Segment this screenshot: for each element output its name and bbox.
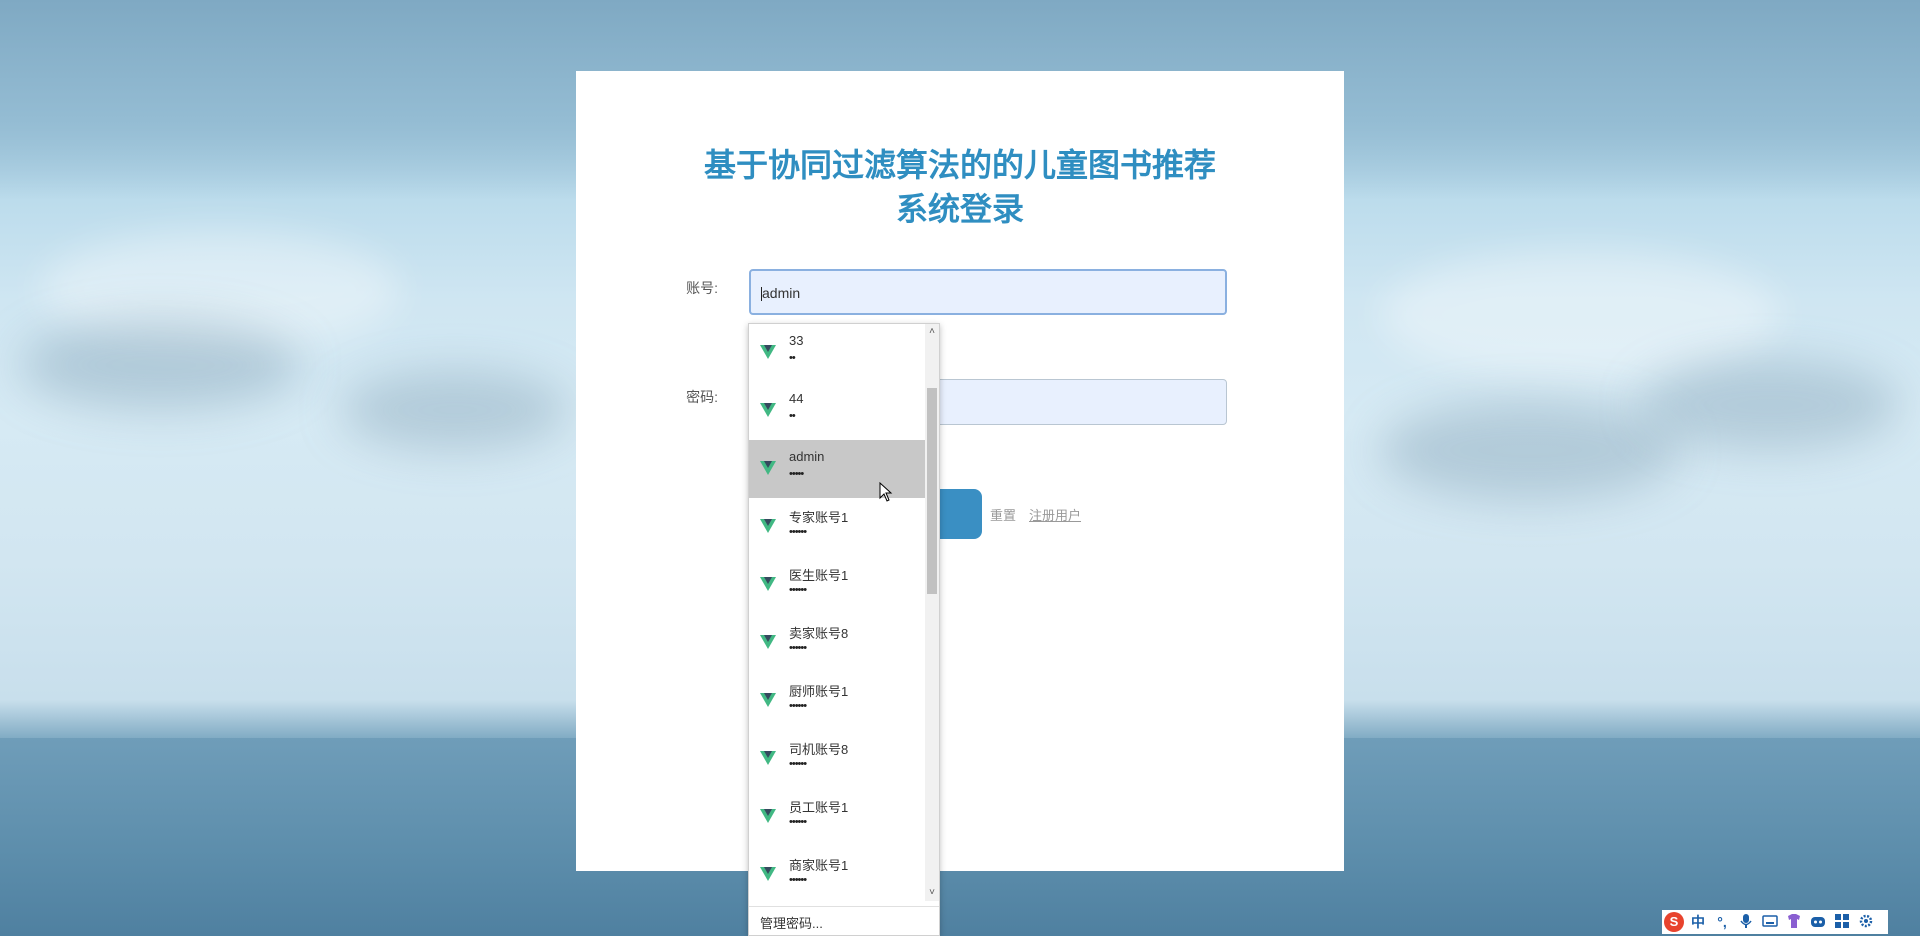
vue-logo-icon [760,693,776,707]
page-title: 基于协同过滤算法的的儿童图书推荐 系统登录 [576,143,1344,231]
title-line-2: 系统登录 [895,191,1024,227]
autofill-username: admin [789,449,825,464]
robot-icon[interactable] [1806,914,1830,931]
autofill-masked-password: •••••• [789,584,807,596]
autofill-item[interactable]: 专家账号1 •••••• [749,498,925,556]
autofill-masked-password: •• [789,352,796,364]
autofill-username: 医生账号1 [789,568,849,583]
autofill-scrollbar[interactable]: ˄ ˅ [925,324,939,901]
keyboard-icon[interactable] [1758,914,1782,930]
vue-logo-icon [760,577,776,591]
scroll-down-arrow-icon[interactable]: ˅ [925,885,939,901]
cloud [1380,250,1780,380]
cloud [1380,400,1680,500]
scrollbar-thumb[interactable] [927,388,937,594]
account-label: 账号: [686,280,718,296]
ime-toolbar: S 中 °, [1662,910,1888,934]
autofill-username: 专家账号1 [789,510,849,525]
ime-punctuation-toggle[interactable]: °, [1710,914,1734,930]
autofill-masked-password: •• [789,410,796,422]
vue-logo-icon [760,461,776,475]
autofill-username: 司机账号8 [789,742,849,757]
sogou-logo-icon[interactable]: S [1664,912,1684,932]
autofill-username: 商家账号1 [789,858,849,873]
vue-logo-icon [760,519,776,533]
cloud [1640,360,1900,450]
autofill-item[interactable]: 44 •• [749,382,925,440]
autofill-masked-password: •••••• [789,874,807,886]
autofill-item[interactable]: 33 •• [749,324,925,382]
autofill-item-hovered[interactable]: admin ••••• [749,440,925,498]
scroll-up-arrow-icon[interactable]: ˄ [925,324,939,340]
autofill-item[interactable]: 商家账号1 •••••• [749,846,925,901]
autofill-masked-password: •••••• [789,816,807,828]
grid-icon[interactable] [1830,913,1854,931]
autofill-masked-password: •••••• [789,700,807,712]
mouse-cursor-icon [879,482,893,502]
login-card: 基于协同过滤算法的的儿童图书推荐 系统登录 账号: admin 密码: 录 重置… [576,71,1344,871]
shirt-icon[interactable] [1782,913,1806,931]
vue-logo-icon [760,751,776,765]
autofill-masked-password: ••••• [789,468,804,480]
register-link[interactable]: 注册用户 [1029,505,1081,524]
mic-icon[interactable] [1734,913,1758,932]
vue-logo-icon [760,345,776,359]
cloud [20,320,300,410]
autofill-username: 厨师账号1 [789,684,849,699]
reset-button[interactable]: 重置 [990,505,1016,524]
account-input[interactable]: admin [749,269,1227,315]
gear-icon[interactable] [1854,914,1878,931]
vue-logo-icon [760,635,776,649]
autofill-item[interactable]: 卖家账号8 •••••• [749,614,925,672]
cloud [340,370,570,450]
vue-logo-icon [760,403,776,417]
vue-logo-icon [760,867,776,881]
autofill-username: 员工账号1 [789,800,849,815]
vue-logo-icon [760,809,776,823]
autofill-masked-password: •••••• [789,642,807,654]
autofill-username: 卖家账号8 [789,626,849,641]
autofill-username: 44 [789,391,804,406]
password-label: 密码: [686,389,718,405]
autofill-item[interactable]: 厨师账号1 •••••• [749,672,925,730]
autofill-item[interactable]: 司机账号8 •••••• [749,730,925,788]
autofill-item[interactable]: 医生账号1 •••••• [749,556,925,614]
autofill-dropdown: 33 •• 44 •• admin ••••• 专家账号1 •••••• 医生账… [748,323,940,936]
ime-mode-toggle[interactable]: 中 [1686,912,1710,932]
title-line-1: 基于协同过滤算法的的儿童图书推荐 [703,147,1216,183]
account-input-value: admin [762,285,801,301]
autofill-item[interactable]: 员工账号1 •••••• [749,788,925,846]
autofill-list: 33 •• 44 •• admin ••••• 专家账号1 •••••• 医生账… [749,324,925,901]
autofill-masked-password: •••••• [789,758,807,770]
autofill-masked-password: •••••• [789,526,807,538]
manage-passwords-link[interactable]: 管理密码... [749,906,939,935]
autofill-username: 33 [789,333,804,348]
